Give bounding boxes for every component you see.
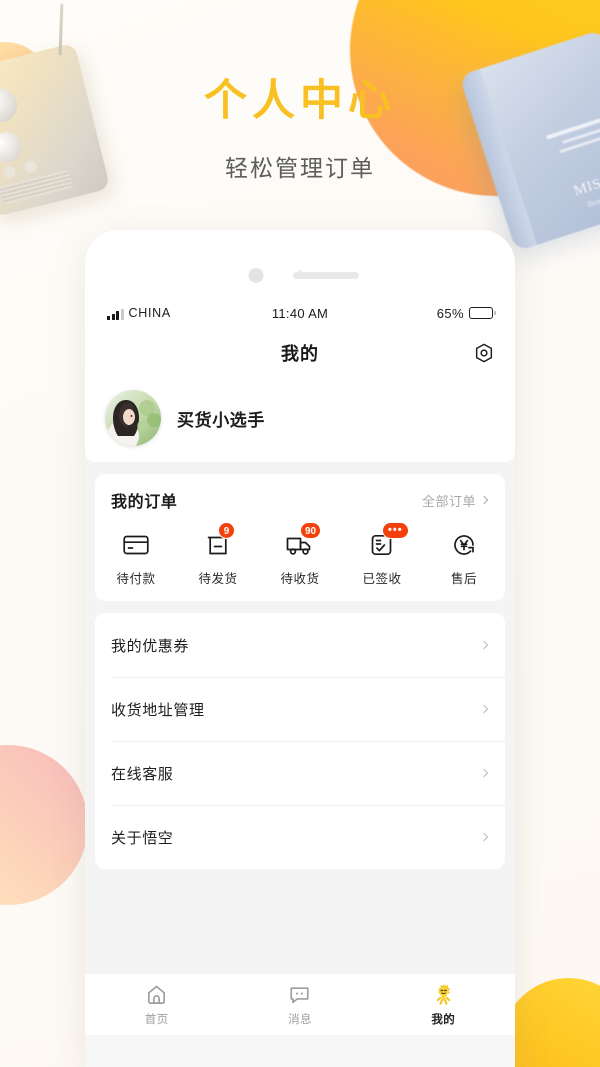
order-badge: ••• <box>382 522 409 539</box>
status-bar-left: CHINA <box>107 306 272 320</box>
menu-item-label: 在线客服 <box>111 765 174 783</box>
order-status-label: 待收货 <box>280 572 320 586</box>
decorative-circle-bottom-right <box>501 978 600 1067</box>
promo-headline: 个人中心 轻松管理订单 <box>0 0 600 183</box>
battery-percent-label: 65% <box>436 305 464 321</box>
phone-top-bezel <box>85 230 515 296</box>
menu-item-label: 关于悟空 <box>111 829 174 847</box>
tab-home[interactable]: 首页 <box>85 974 228 1035</box>
menu-item-coupons[interactable]: 我的优惠券 <box>95 613 505 677</box>
status-bar-right: 65% <box>328 305 496 321</box>
orders-header: 我的订单 全部订单 <box>95 488 505 512</box>
order-status-pending-payment[interactable]: 待付款 <box>95 530 177 587</box>
signal-strength-icon <box>107 309 124 320</box>
order-badge: 90 <box>300 522 322 539</box>
credit-card-icon <box>119 530 153 560</box>
phone-earpiece-speaker <box>293 272 359 279</box>
bottom-tab-bar: 首页 消息 我的 <box>85 973 515 1035</box>
orders-title: 我的订单 <box>111 494 178 511</box>
card-spacer <box>85 601 515 613</box>
page-subtitle: 轻松管理订单 <box>225 155 375 181</box>
profile-card[interactable]: 买货小选手 <box>85 376 515 462</box>
order-status-label: 待付款 <box>116 572 156 586</box>
status-bar-time: 11:40 AM <box>271 305 329 321</box>
tab-profile[interactable]: 我的 <box>372 974 515 1035</box>
avatar[interactable] <box>105 390 161 446</box>
chevron-right-icon <box>479 640 489 650</box>
chevron-right-icon <box>479 832 489 842</box>
tab-messages[interactable]: 消息 <box>228 974 371 1035</box>
screen-content: 买货小选手 我的订单 全部订单 待付款 9 待发货 90 待收货 ••• 已签收… <box>85 376 515 973</box>
username: 买货小选手 <box>177 410 265 430</box>
tab-label: 我的 <box>431 1014 456 1026</box>
menu-item-label: 我的优惠券 <box>111 637 190 655</box>
tab-label: 消息 <box>288 1014 312 1026</box>
tab-label: 首页 <box>144 1014 169 1026</box>
menu-item-label: 收货地址管理 <box>111 701 205 719</box>
package-box-icon: 9 <box>201 522 235 560</box>
home-icon <box>145 982 168 1006</box>
menu-item-online-support[interactable]: 在线客服 <box>95 741 505 805</box>
orders-card: 我的订单 全部订单 待付款 9 待发货 90 待收货 ••• 已签收 售后 <box>95 474 505 601</box>
all-orders-link[interactable]: 全部订单 <box>421 491 489 510</box>
order-status-label: 已签收 <box>362 572 402 586</box>
order-status-pending-receipt[interactable]: 90 待收货 <box>259 522 341 587</box>
all-orders-label: 全部订单 <box>421 493 476 509</box>
chevron-right-icon <box>479 704 489 714</box>
orders-status-grid: 待付款 9 待发货 90 待收货 ••• 已签收 售后 <box>95 522 505 587</box>
card-spacer <box>85 462 515 474</box>
order-status-pending-shipment[interactable]: 9 待发货 <box>177 522 259 587</box>
phone-mockup: CHINA 11:40 AM 65% 我的 买货小选手 我的订单 全部订单 待付… <box>85 230 515 1067</box>
nav-title: 我的 <box>281 344 319 364</box>
user-avatar-photo <box>105 390 161 446</box>
menu-card: 我的优惠券 收货地址管理 在线客服 关于悟空 <box>95 613 505 869</box>
gear-hexagon-icon[interactable] <box>471 340 497 366</box>
order-badge: 9 <box>218 522 235 539</box>
menu-item-about[interactable]: 关于悟空 <box>95 805 505 869</box>
decorative-circle-left-bottom <box>0 745 88 905</box>
status-bar: CHINA 11:40 AM 65% <box>85 296 515 330</box>
phone-camera-dot <box>248 268 264 283</box>
carrier-label: CHINA <box>128 306 171 320</box>
content-filler <box>85 869 515 973</box>
signed-document-icon: ••• <box>365 522 409 560</box>
yen-refund-icon <box>447 530 481 560</box>
monkey-king-mascot-icon <box>431 982 456 1006</box>
chat-bubble-icon <box>288 982 311 1006</box>
chevron-right-icon <box>479 495 489 505</box>
menu-item-address-management[interactable]: 收货地址管理 <box>95 677 505 741</box>
order-status-signed[interactable]: ••• 已签收 <box>341 522 423 587</box>
profile-row[interactable]: 买货小选手 <box>105 390 495 446</box>
order-status-after-sales[interactable]: 售后 <box>423 530 505 587</box>
chevron-right-icon <box>479 768 489 778</box>
nav-bar: 我的 <box>85 330 515 376</box>
page-title: 个人中心 <box>204 77 396 125</box>
phone-screen: CHINA 11:40 AM 65% 我的 买货小选手 我的订单 全部订单 待付… <box>85 296 515 1067</box>
order-status-label: 待发货 <box>198 572 238 586</box>
battery-icon <box>469 307 496 319</box>
delivery-truck-icon: 90 <box>283 522 322 560</box>
order-status-label: 售后 <box>450 572 477 586</box>
